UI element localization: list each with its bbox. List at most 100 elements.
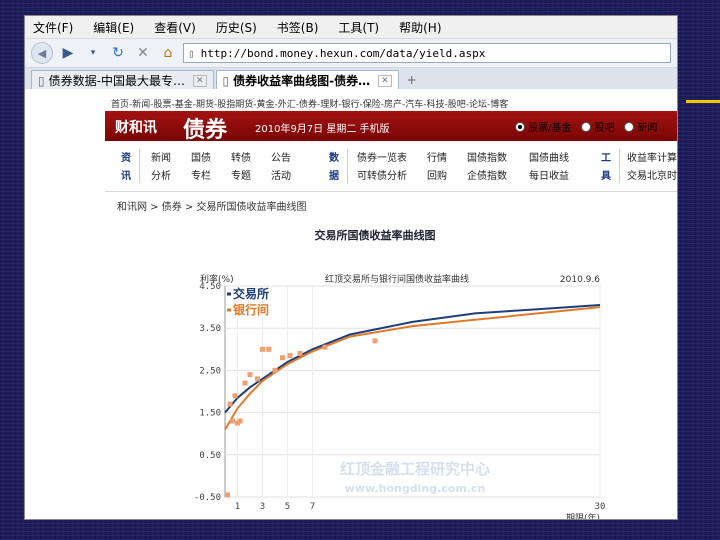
menu-file[interactable]: 文件(F)	[33, 19, 73, 36]
subnav-link[interactable]: 可转债分析	[357, 167, 407, 182]
section-logo[interactable]: 债券	[183, 112, 227, 144]
tab-label: 债券收益率曲线图-债券…	[233, 74, 371, 88]
web-page: 首页-新闻-股票-基金-期货-股指期货-黄金-外汇-债券-理财-银行-保险-房产…	[25, 89, 677, 519]
menu-edit[interactable]: 编辑(E)	[93, 19, 134, 36]
tab-label: 债券数据-中国最大最专…	[48, 74, 185, 88]
subnav-link[interactable]: 新闻	[151, 149, 171, 164]
scatter-point	[266, 346, 272, 352]
subnav-separator	[139, 149, 140, 183]
chart-watermark: www.hongding.com.cn	[345, 482, 486, 495]
menu-history[interactable]: 历史(S)	[216, 19, 257, 36]
scatter-point	[272, 367, 278, 373]
group-tools-label-top: 工	[601, 153, 611, 164]
tab-bar: ▯ 债券数据-中国最大最专… ✕ ▯ 债券收益率曲线图-债券… ✕ +	[25, 68, 677, 91]
subnav-link[interactable]: 分析	[151, 167, 171, 182]
radio-icon	[624, 121, 635, 132]
back-icon[interactable]: ◀	[31, 42, 53, 64]
y-tick-label: -0.50	[194, 493, 221, 503]
reload-icon[interactable]: ↻	[108, 43, 128, 63]
menu-view[interactable]: 查看(V)	[154, 19, 196, 36]
new-tab-icon[interactable]: +	[401, 73, 423, 87]
subnav-link[interactable]: 收益率计算	[627, 149, 677, 164]
address-text: http://bond.money.hexun.com/data/yield.a…	[200, 46, 486, 60]
tab-bond-data[interactable]: ▯ 债券数据-中国最大最专… ✕	[31, 70, 214, 90]
subnav-link[interactable]: 转债	[231, 149, 251, 164]
site-logo[interactable]: 财和讯	[115, 117, 157, 137]
tab-close-icon[interactable]: ✕	[378, 74, 392, 87]
legend-label: 交易所	[233, 286, 269, 301]
group-news-label-top: 资	[121, 153, 131, 164]
slide-accent-line	[686, 100, 720, 103]
tab-page-icon: ▯	[38, 73, 45, 88]
x-axis-label: 期限(年)	[566, 512, 600, 519]
subnav-link[interactable]: 每日收益	[529, 167, 569, 182]
site-banner: 财和讯 债券 2010年9月7日 星期二 手机版 股票/基金 股吧 新闻	[105, 111, 677, 144]
tab-yield-curve[interactable]: ▯ 债券收益率曲线图-债券… ✕	[215, 70, 399, 90]
subnav-divider	[105, 191, 677, 192]
subnav-link[interactable]: 国债曲线	[529, 149, 569, 164]
subnav-link[interactable]: 专题	[231, 167, 251, 182]
radio-stocks[interactable]: 股票/基金	[515, 119, 571, 134]
radio-forum[interactable]: 股吧	[581, 119, 614, 134]
radio-label: 新闻	[637, 123, 658, 134]
group-tools-label-bottom: 具	[601, 171, 611, 182]
x-tick-label: 7	[310, 502, 315, 512]
menu-help[interactable]: 帮助(H)	[399, 19, 441, 36]
section-subnav: 资 讯 新闻 国债 转债 公告 分析 专栏 专题 活动 数 据 债券一览表 行情…	[121, 147, 677, 187]
scatter-point	[230, 418, 235, 424]
navigation-bar: ◀ ▶ ▾ ↻ ✕ ⌂ ▯ http://bond.money.hexun.co…	[25, 39, 677, 68]
y-tick-label: 3.50	[199, 324, 221, 334]
y-axis-label: 利率(%)	[200, 273, 234, 285]
subnav-separator	[619, 149, 620, 183]
site-top-nav[interactable]: 首页-新闻-股票-基金-期货-股指期货-黄金-外汇-债券-理财-银行-保险-房产…	[111, 97, 508, 110]
forward-icon[interactable]: ▶	[58, 43, 78, 63]
subnav-separator	[347, 149, 348, 183]
scatter-point	[237, 418, 243, 424]
scatter-point	[322, 344, 328, 350]
menu-tools[interactable]: 工具(T)	[338, 19, 379, 36]
group-news-label-bottom: 讯	[121, 171, 131, 182]
radio-label: 股票/基金	[528, 123, 572, 134]
menu-bookmarks[interactable]: 书签(B)	[277, 19, 319, 36]
x-tick-label: 3	[260, 502, 265, 512]
legend-label: 银行间	[233, 302, 269, 317]
y-tick-label: 1.50	[199, 409, 221, 419]
subnav-link[interactable]: 活动	[271, 167, 291, 182]
scatter-point	[232, 393, 238, 399]
tab-close-icon[interactable]: ✕	[192, 74, 207, 87]
subnav-link[interactable]: 交易北京时	[627, 167, 677, 182]
scatter-point	[247, 372, 253, 378]
yield-curve-chart: -0.500.501.502.503.504.501 3 5 7 30利率(%)期限(年…	[194, 273, 605, 519]
address-field[interactable]: ▯ http://bond.money.hexun.com/data/yield…	[183, 43, 671, 63]
banner-date: 2010年9月7日 星期二 手机版	[255, 124, 390, 135]
home-icon[interactable]: ⌂	[158, 43, 178, 63]
y-tick-label: 2.50	[199, 366, 221, 376]
scatter-point	[372, 338, 378, 344]
page-icon: ▯	[188, 46, 195, 60]
dropdown-icon[interactable]: ▾	[83, 43, 103, 63]
subnav-link[interactable]: 行情	[427, 149, 447, 164]
chart-date-label: 2010.9.6	[560, 275, 600, 285]
scatter-point	[225, 492, 230, 498]
x-tick-label: 30	[595, 502, 605, 512]
tab-page-icon: ▯	[222, 73, 230, 88]
x-tick-label: 1	[235, 502, 240, 512]
subnav-link[interactable]: 专栏	[191, 167, 211, 182]
subnav-link[interactable]: 债券一览表	[357, 149, 407, 164]
subnav-link[interactable]: 企债指数	[467, 167, 507, 182]
browser-window: 文件(F) 编辑(E) 查看(V) 历史(S) 书签(B) 工具(T) 帮助(H…	[24, 15, 678, 520]
scatter-point	[255, 376, 260, 382]
scatter-point	[287, 353, 293, 359]
group-data-label-top: 数	[329, 153, 339, 164]
chart-watermark: 红顶金融工程研究中心	[340, 460, 490, 478]
subnav-link[interactable]: 公告	[271, 149, 291, 164]
radio-icon	[581, 121, 592, 132]
radio-news[interactable]: 新闻	[624, 119, 657, 134]
group-data-label-bottom: 据	[329, 171, 339, 182]
subnav-link[interactable]: 国债指数	[467, 149, 507, 164]
stop-icon[interactable]: ✕	[133, 43, 153, 63]
x-tick-label: 5	[285, 502, 290, 512]
subnav-link[interactable]: 回购	[427, 167, 447, 182]
breadcrumb[interactable]: 和讯网 > 债券 > 交易所国债收益率曲线图	[117, 198, 306, 213]
subnav-link[interactable]: 国债	[191, 149, 211, 164]
